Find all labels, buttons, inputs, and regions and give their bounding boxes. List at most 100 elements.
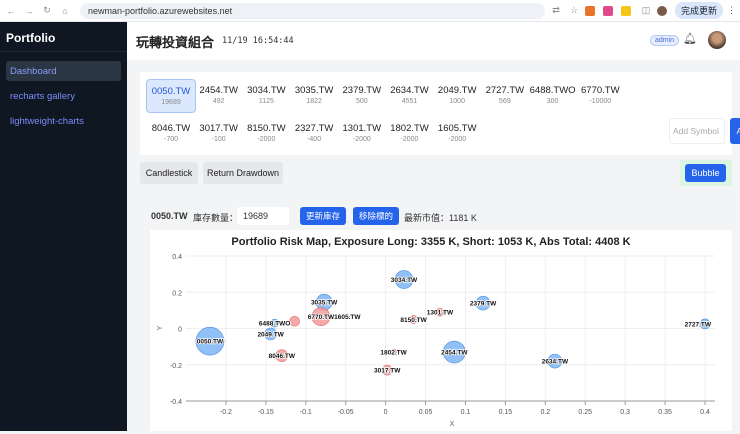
x-tick-label: 0.35 [658,409,672,416]
symbol-quantity: -2000 [257,136,276,143]
bubble-label: 2634.TW [542,359,569,366]
sidebar-item-dashboard[interactable]: Dashboard [6,61,121,81]
symbol-quantity: 492 [212,98,225,105]
bubble-label: 6488.TWO [259,321,290,328]
bubble-label: 6770.TW [308,314,335,321]
symbol-chip[interactable]: 2049.TW 1000 [432,79,482,113]
symbol-quantity: -2000 [448,136,467,143]
symbol-name: 8150.TW [247,123,286,134]
add-symbol-button[interactable]: Add [730,118,740,144]
x-tick-label: 0.2 [540,409,550,416]
x-tick-label: -0.05 [338,409,354,416]
symbol-quantity: 569 [499,98,511,105]
y-tick-label: 0 [178,327,182,334]
symbol-name: 1301.TW [342,123,382,134]
x-tick-label: 0.4 [700,409,710,416]
url-text: newman-portfolio.azurewebsites.net [88,5,233,16]
extension-icon[interactable] [602,5,613,16]
symbol-chip[interactable]: 3035.TW 1822 [289,79,339,113]
bubble-label: 3035.TW [311,300,338,307]
bubble-label: 1605.TW [334,314,361,321]
x-tick-label: -0.15 [258,409,274,416]
bubble-chart: Portfolio Risk Map, Exposure Long: 3355 … [157,236,715,428]
bubble-label: 2379.TW [470,301,497,308]
symbol-quantity: -400 [307,136,322,143]
symbol-chip[interactable]: 6488.TWO 300 [528,79,578,113]
symbol-chip[interactable]: 2727.TW 569 [480,79,530,113]
market-value: 最新市值：1181 K [404,213,477,223]
chart-card: Portfolio Risk Map, Exposure Long: 3355 … [150,230,732,431]
symbol-chip[interactable]: 2454.TW 492 [194,79,244,113]
x-tick-label: 0 [384,409,388,416]
symbol-quantity: 1000 [449,98,465,105]
bubble-button[interactable]: Bubble [685,164,726,182]
bubble-label: 2454.TW [441,350,468,357]
symbol-chip[interactable]: 1802.TW -2000 [385,117,435,151]
bubble-label: 1301.TW [427,310,454,317]
bubble-label: 2727.TW [685,321,712,328]
brand-title: Portfolio [0,22,127,52]
symbol-chip[interactable]: 0050.TW 19689 [146,79,196,113]
symbol-quantity: 300 [546,98,559,105]
symbol-chip[interactable]: 1605.TW -2000 [432,117,482,151]
symbol-name: 6488.TWO [529,85,576,96]
symbol-quantity: -2000 [352,136,371,143]
symbol-name: 0050.TW [151,86,191,97]
bubble-label: 2049.TW [257,331,284,338]
sidebar-item-recharts-gallery[interactable]: recharts gallery [6,86,121,106]
symbol-chip[interactable]: 3034.TW 1125 [241,79,291,113]
extension-icon[interactable] [620,5,631,16]
profile-avatar-icon[interactable] [656,5,667,16]
browser-toolbar: ← → ↻ ⌂ newman-portfolio.azurewebsites.n… [0,0,740,22]
symbol-chip[interactable]: 2379.TW 500 [337,79,387,113]
symbol-name: 2049.TW [437,85,477,96]
remove-symbol-button[interactable]: 移除標的 [353,207,399,225]
update-button[interactable]: 完成更新 [674,2,723,19]
avatar[interactable] [708,31,726,49]
quantity-input[interactable]: 19689 [237,207,289,225]
y-axis-label: Y [157,325,164,330]
symbol-chip[interactable]: 1301.TW -2000 [337,117,387,151]
reload-icon[interactable]: ↻ [40,5,54,16]
candlestick-button[interactable]: Candlestick [140,162,198,184]
symbol-quantity: -10000 [589,98,612,105]
symbol-chip[interactable]: 8150.TW -2000 [241,117,291,151]
bell-icon[interactable]: 🔔︎ [683,32,697,45]
symbol-chip[interactable]: 8046.TW -700 [146,117,196,151]
symbol-name: 6770.TW [581,85,620,96]
menu-icon[interactable]: ⋮ [727,5,736,16]
symbol-quantity: 1822 [306,98,322,105]
address-bar[interactable]: newman-portfolio.azurewebsites.net [80,2,545,19]
symbol-name: 2454.TW [199,85,238,96]
sidebar-item-lightweight-charts[interactable]: lightweight-charts [6,111,121,131]
symbol-name: 3035.TW [294,85,334,96]
symbol-name: 1605.TW [437,123,477,134]
role-badge: admin [650,35,680,46]
home-icon[interactable]: ⌂ [58,6,72,16]
add-symbol-input[interactable]: Add Symbol [669,118,725,144]
quantity-label: 庫存數量： [193,213,239,223]
y-tick-label: 0.2 [172,290,182,297]
forward-icon[interactable]: → [22,6,36,16]
symbol-chip[interactable]: 3017.TW -100 [194,117,244,151]
symbol-name: 3017.TW [199,123,238,134]
bubble-point[interactable] [289,315,300,327]
x-tick-label: 0.05 [419,409,433,416]
return-drawdown-button[interactable]: Return Drawdown [203,162,283,184]
symbol-quantity: -2000 [400,136,419,143]
symbol-list: Add Symbol Add 0050.TW 19689 2454.TW 492 303… [140,72,740,155]
symbol-chip[interactable]: 2327.TW -400 [289,117,339,151]
update-holding-button[interactable]: 更新庫存 [300,207,346,225]
bookmark-star-icon[interactable]: ☆ [567,5,581,16]
x-tick-label: -0.2 [220,409,232,416]
translate-icon[interactable]: ⇄ [549,5,563,16]
bubble-label: 8046.TW [269,353,296,360]
extension-icon[interactable] [584,5,595,16]
extensions-puzzle-icon[interactable]: ◫ [639,5,653,16]
back-icon[interactable]: ← [4,6,18,16]
symbol-name: 2379.TW [342,85,382,96]
x-tick-label: 0.1 [461,409,471,416]
bubble-label: 3017.TW [374,368,401,375]
symbol-chip[interactable]: 2634.TW 4551 [385,79,435,113]
symbol-chip[interactable]: 6770.TW -10000 [575,79,625,113]
